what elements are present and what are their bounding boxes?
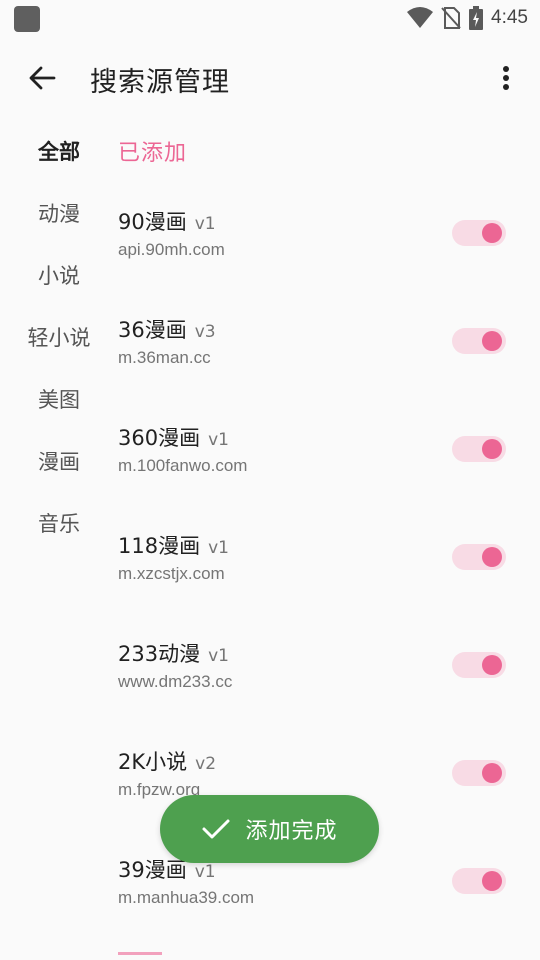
switch-thumb [482, 223, 502, 243]
switch-thumb [482, 331, 502, 351]
status-bar: 4:45 [0, 0, 540, 36]
source-version: v1 [194, 214, 216, 234]
source-item[interactable]: 360漫画 v1 m.100fanwo.com [118, 398, 540, 506]
switch-thumb [482, 655, 502, 675]
category-music[interactable]: 音乐 [0, 492, 118, 554]
arrow-back-icon [29, 66, 56, 90]
more-options-button[interactable] [486, 56, 526, 100]
category-anime[interactable]: 动漫 [0, 182, 118, 244]
toast-text: 添加完成 [245, 819, 338, 844]
source-name: 360漫画 [118, 426, 201, 450]
source-item[interactable]: 36漫画 v3 m.36man.cc [118, 290, 540, 398]
source-toggle[interactable] [452, 328, 506, 354]
source-host: www.dm233.cc [118, 672, 233, 691]
source-toggle[interactable] [452, 544, 506, 570]
next-section-header-peek [118, 948, 178, 960]
source-host: m.xzcstjx.com [118, 564, 225, 583]
no-sim-icon [441, 7, 461, 29]
toast-message: 添加完成 [160, 795, 379, 863]
source-name: 39漫画 [118, 858, 187, 882]
source-version: v1 [208, 646, 229, 666]
source-host: api.90mh.com [118, 240, 225, 259]
source-version: v1 [208, 538, 229, 558]
source-toggle[interactable] [452, 220, 506, 246]
page-title: 搜索源管理 [90, 67, 230, 98]
source-version: v3 [194, 322, 216, 342]
status-time: 4:45 [491, 7, 528, 28]
category-comic[interactable]: 漫画 [0, 430, 118, 492]
category-novel[interactable]: 小说 [0, 244, 118, 306]
source-name: 118漫画 [118, 534, 201, 558]
source-toggle[interactable] [452, 868, 506, 894]
section-header-added: 已添加 [118, 141, 188, 166]
source-toggle[interactable] [452, 436, 506, 462]
switch-thumb [482, 871, 502, 891]
back-button[interactable] [18, 54, 66, 102]
source-version: v1 [194, 862, 216, 882]
source-name: 36漫画 [118, 318, 187, 342]
category-light-novel[interactable]: 轻小说 [0, 306, 118, 368]
source-version: v1 [208, 430, 229, 450]
source-version: v2 [195, 754, 217, 774]
source-name: 233动漫 [118, 642, 201, 666]
source-item[interactable]: 118漫画 v1 m.xzcstjx.com [118, 506, 540, 614]
source-toggle[interactable] [452, 760, 506, 786]
app-notification-icon [14, 6, 40, 32]
wifi-icon [407, 7, 434, 29]
source-name: 90漫画 [118, 210, 187, 234]
switch-thumb [482, 547, 502, 567]
toolbar: 搜索源管理 [0, 36, 540, 120]
status-icons: 4:45 [407, 4, 528, 32]
source-host: m.manhua39.com [118, 888, 255, 907]
switch-thumb [482, 763, 502, 783]
category-gallery[interactable]: 美图 [0, 368, 118, 430]
source-item[interactable]: 90漫画 v1 api.90mh.com [118, 182, 540, 290]
source-toggle[interactable] [452, 652, 506, 678]
switch-thumb [482, 439, 502, 459]
more-vert-icon [503, 66, 509, 90]
battery-charging-icon [469, 6, 484, 30]
source-name: 2K小说 [118, 750, 188, 774]
source-host: m.100fanwo.com [118, 456, 248, 475]
category-sidebar: 全部 动漫 小说 轻小说 美图 漫画 音乐 [0, 120, 118, 554]
source-host: m.36man.cc [118, 348, 211, 367]
source-item[interactable]: 233动漫 v1 www.dm233.cc [118, 614, 540, 722]
check-icon [202, 819, 230, 839]
category-all[interactable]: 全部 [0, 120, 118, 182]
